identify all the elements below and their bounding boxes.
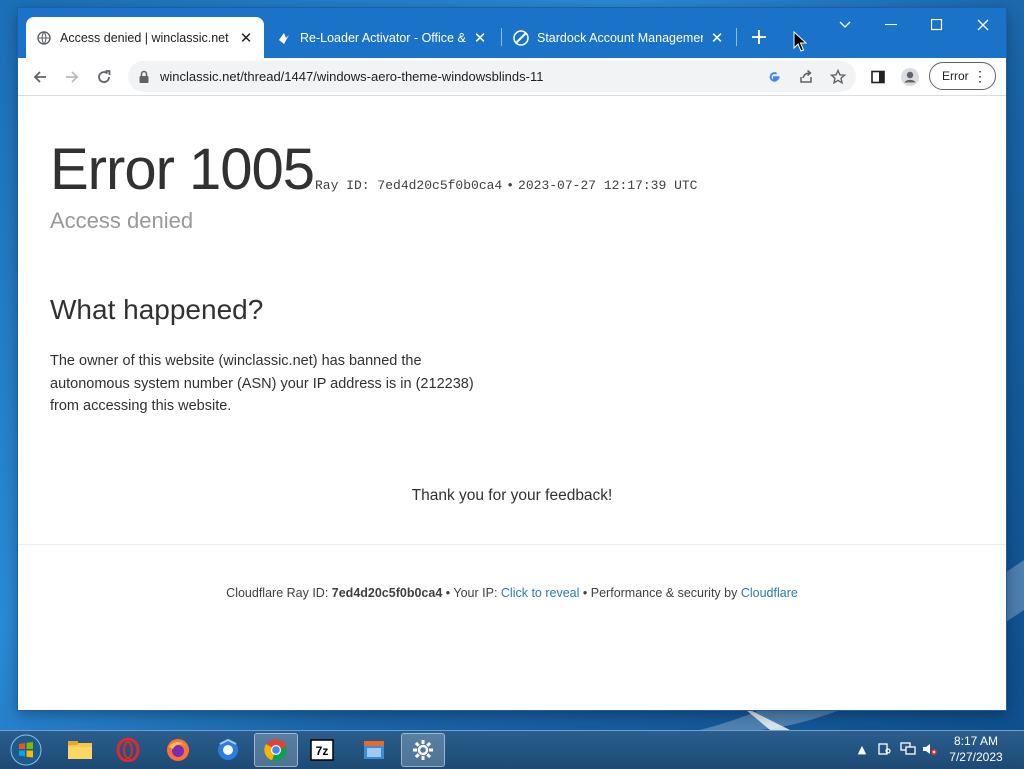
- ray-id-line: Ray ID: 7ed4d20c5f0b0ca4 • 2023-07-27 12:1…: [315, 178, 697, 193]
- tab-separator: [736, 28, 737, 46]
- reveal-ip-link[interactable]: Click to reveal: [501, 586, 580, 600]
- page-content: Error 1005 Ray ID: 7ed4d20c5f0b0ca4 • 2023…: [18, 96, 1006, 710]
- footer-ip-prefix: Your IP:: [453, 586, 498, 600]
- minimize-icon[interactable]: [868, 8, 914, 42]
- url-text[interactable]: winclassic.net/thread/1447/windows-aero-…: [160, 69, 543, 84]
- access-denied-subtitle: Access denied: [50, 208, 194, 233]
- reload-icon[interactable]: [90, 63, 118, 91]
- svg-text:7z: 7z: [316, 744, 329, 758]
- cloudflare-link[interactable]: Cloudflare: [741, 586, 798, 600]
- close-icon[interactable]: ✕: [472, 30, 488, 47]
- mouse-cursor-icon: [793, 31, 807, 52]
- tab-separator: [501, 28, 502, 46]
- footer-divider: [18, 544, 1006, 545]
- timestamp: 2023-07-27 12:17:39 UTC: [518, 178, 698, 193]
- tab-title: Re-Loader Activator - Office & W: [300, 30, 466, 45]
- forward-icon[interactable]: [58, 63, 86, 91]
- windowblinds-icon[interactable]: [352, 733, 396, 767]
- side-panel-icon[interactable]: [864, 63, 892, 91]
- browser-toolbar: winclassic.net/thread/1447/windows-aero-…: [18, 58, 1006, 96]
- footer: Cloudflare Ray ID: 7ed4d20c5f0b0ca4 • Yo…: [18, 586, 1006, 600]
- volume-muted-icon[interactable]: [922, 741, 938, 757]
- stardock-icon: [513, 29, 529, 46]
- bookmark-star-icon[interactable]: [828, 67, 848, 87]
- browser-window: Access denied | winclassic.net us ✕ Re-L…: [18, 8, 1006, 710]
- new-tab-button[interactable]: +: [746, 24, 772, 50]
- tab-reloader[interactable]: Re-Loader Activator - Office & W ✕: [266, 17, 498, 58]
- taskbar: 7z ▲ 8:17 AM 7/27/2023: [0, 730, 1024, 769]
- close-icon[interactable]: ✕: [238, 30, 254, 47]
- tab-access-denied[interactable]: Access denied | winclassic.net us ✕: [26, 17, 264, 58]
- thanks-message: Thank you for your feedback!: [411, 487, 613, 504]
- menu-dots-icon[interactable]: ⋮: [973, 68, 987, 84]
- browser-icon[interactable]: [206, 733, 250, 767]
- tab-title: Access denied | winclassic.net us: [60, 30, 232, 45]
- tab-title: Stardock Account Management: [537, 30, 703, 45]
- footer-separator: •: [445, 586, 451, 600]
- error-code-heading: Error 1005: [50, 137, 315, 202]
- close-icon[interactable]: ✕: [709, 30, 725, 47]
- footer-separator: •: [582, 586, 588, 600]
- globe-icon: [36, 30, 52, 46]
- opera-icon[interactable]: [106, 733, 150, 767]
- footer-ray-prefix: Cloudflare Ray ID:: [226, 586, 329, 600]
- back-icon[interactable]: [26, 63, 54, 91]
- profile-avatar-icon[interactable]: [896, 63, 924, 91]
- profile-error-chip[interactable]: Error ⋮: [929, 62, 996, 90]
- tab-stardock[interactable]: Stardock Account Management ✕: [503, 17, 735, 58]
- file-explorer-icon[interactable]: [58, 733, 102, 767]
- network-icon[interactable]: [900, 741, 916, 757]
- bullet-separator: •: [506, 178, 515, 193]
- chevron-down-icon[interactable]: [822, 8, 868, 42]
- clock-date: 7/27/2023: [949, 750, 1003, 764]
- firefox-icon[interactable]: [156, 733, 200, 767]
- reloader-icon: [276, 30, 292, 46]
- what-happened-heading: What happened?: [50, 294, 264, 325]
- lock-icon[interactable]: [138, 69, 152, 83]
- explanation-text: The owner of this website (winclassic.ne…: [50, 353, 474, 414]
- clock-time: 8:17 AM: [953, 734, 999, 748]
- 7zip-icon[interactable]: 7z: [300, 733, 344, 767]
- settings-icon[interactable]: [401, 733, 445, 767]
- device-icon[interactable]: [876, 741, 892, 757]
- start-button[interactable]: [8, 733, 44, 767]
- windows-logo-icon: [10, 734, 42, 766]
- google-icon[interactable]: [764, 67, 784, 87]
- ray-id-label: Ray ID: 7ed4d20c5f0b0ca4: [315, 178, 503, 193]
- system-clock[interactable]: 8:17 AM 7/27/2023: [940, 733, 1012, 765]
- show-hidden-icons-icon[interactable]: ▲: [854, 741, 870, 757]
- maximize-icon[interactable]: [914, 8, 960, 42]
- chrome-icon[interactable]: [254, 733, 298, 767]
- error-chip-label: Error: [942, 69, 969, 83]
- footer-perf-prefix: Performance & security by: [590, 586, 738, 600]
- title-bar: Access denied | winclassic.net us ✕ Re-L…: [18, 8, 1006, 58]
- footer-ray-id: 7ed4d20c5f0b0ca4: [331, 586, 443, 600]
- address-bar[interactable]: winclassic.net/thread/1447/windows-aero-…: [128, 61, 856, 92]
- close-window-icon[interactable]: [960, 8, 1006, 42]
- share-icon[interactable]: [796, 67, 816, 87]
